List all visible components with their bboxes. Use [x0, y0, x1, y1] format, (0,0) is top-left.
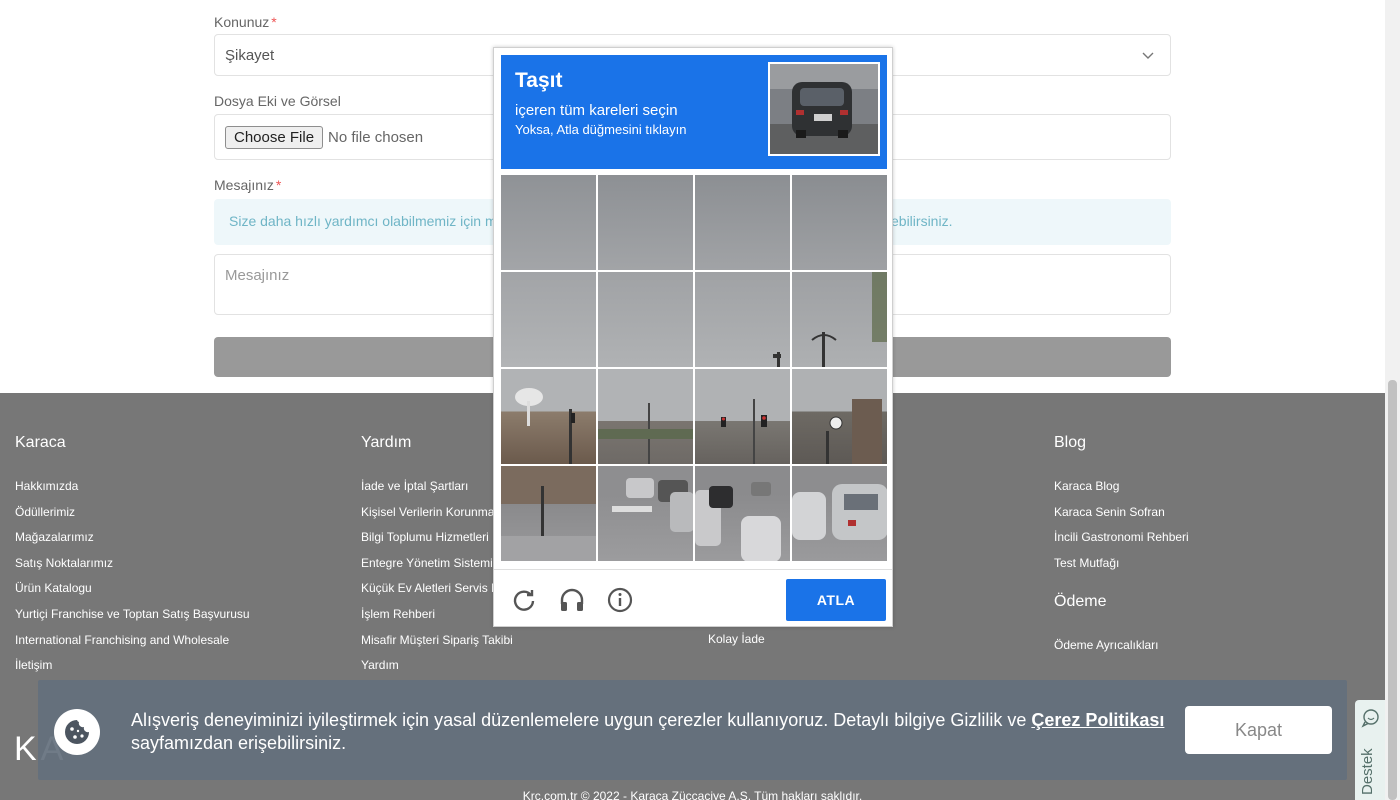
captcha-tile[interactable]: [501, 175, 596, 270]
scrollbar-thumb[interactable]: [1388, 380, 1397, 800]
attachment-label: Dosya Eki ve Görsel: [214, 93, 341, 109]
footer-link[interactable]: Test Mutfağı: [1054, 556, 1189, 582]
message-label: Mesajınız *: [214, 177, 282, 193]
captcha-subtitle: içeren tüm kareleri seçin: [515, 102, 678, 119]
captcha-challenge: Taşıt içeren tüm kareleri seçin Yoksa, A…: [493, 47, 893, 627]
captcha-header: Taşıt içeren tüm kareleri seçin Yoksa, A…: [501, 55, 887, 169]
footer-link[interactable]: Yurtiçi Franchise ve Toptan Satış Başvur…: [15, 607, 250, 633]
captcha-tile[interactable]: [598, 175, 693, 270]
captcha-tile-grid: [501, 175, 887, 561]
captcha-tile[interactable]: [792, 466, 887, 561]
footer-link[interactable]: Kişisel Verilerin Korunma: [361, 505, 513, 531]
reload-icon[interactable]: [511, 587, 537, 613]
subject-selected-value: Şikayet: [225, 46, 275, 64]
cookie-policy-link[interactable]: Çerez Politikası: [1031, 710, 1164, 730]
captcha-tile[interactable]: [598, 369, 693, 464]
cookie-text: Alışveriş deneyiminizi iyileştirmek için…: [131, 710, 1165, 753]
support-tab[interactable]: Destek: [1355, 700, 1385, 800]
captcha-tile[interactable]: [598, 272, 693, 367]
footer-link[interactable]: İşlem Rehberi: [361, 607, 513, 633]
footer-link[interactable]: İade ve İptal Şartları: [361, 479, 513, 505]
cookie-icon: [54, 709, 100, 755]
footer-link[interactable]: Ürün Katalogu: [15, 581, 250, 607]
cookie-banner: Alışveriş deneyiminizi iyileştirmek için…: [38, 680, 1347, 780]
copyright-text: Krc.com.tr © 2022 - Karaca Züccaciye A.S…: [522, 789, 863, 800]
captcha-tile[interactable]: [695, 272, 790, 367]
choose-file-button[interactable]: Choose File: [225, 125, 324, 149]
captcha-tile[interactable]: [598, 466, 693, 561]
skip-button[interactable]: ATLA: [786, 579, 886, 621]
footer-link[interactable]: Ödeme Ayrıcalıkları: [1054, 638, 1158, 664]
footer-link[interactable]: Küçük Ev Aletleri Servis N: [361, 581, 513, 607]
captcha-title: Taşıt: [515, 69, 563, 92]
cookie-close-button[interactable]: Kapat: [1185, 706, 1332, 754]
info-text-start: Size daha hızlı yardımcı olabilmemiz içi…: [229, 213, 505, 229]
footer-col-title: Yardım: [361, 434, 412, 451]
captcha-tile[interactable]: [792, 369, 887, 464]
footer-link[interactable]: Karaca Blog: [1054, 479, 1189, 505]
footer-link[interactable]: Hakkımızda: [15, 479, 250, 505]
support-label: Destek: [1359, 748, 1376, 795]
footer-link[interactable]: İncili Gastronomi Rehberi: [1054, 530, 1189, 556]
footer-link[interactable]: Bilgi Toplumu Hizmetleri: [361, 530, 513, 556]
footer-link[interactable]: International Franchising and Wholesale: [15, 633, 250, 659]
captcha-tile[interactable]: [501, 272, 596, 367]
info-text-end: ebilirsiniz.: [891, 213, 953, 229]
footer-col-title: Blog: [1054, 434, 1087, 451]
chevron-down-icon: [1142, 52, 1154, 59]
footer-link[interactable]: Ödüllerimiz: [15, 505, 250, 531]
captcha-tile[interactable]: [695, 369, 790, 464]
footer-link[interactable]: Mağazalarımız: [15, 530, 250, 556]
captcha-tile[interactable]: [501, 369, 596, 464]
footer-link[interactable]: Entegre Yönetim Sistemi: [361, 556, 513, 582]
footer-col-title-payment: Ödeme: [1054, 593, 1107, 610]
captcha-tile[interactable]: [792, 272, 887, 367]
footer-col-title: Karaca: [15, 434, 66, 451]
no-file-text: No file chosen: [328, 128, 424, 146]
captcha-footer: ATLA: [494, 569, 892, 627]
captcha-sample-image: [768, 62, 880, 156]
subject-label: Konunuz *: [214, 14, 277, 30]
captcha-tile[interactable]: [501, 466, 596, 561]
captcha-tile[interactable]: [792, 175, 887, 270]
footer-link[interactable]: Karaca Senin Sofran: [1054, 505, 1189, 531]
footer-link[interactable]: Kolay İade: [708, 632, 765, 658]
cookie-glyph-icon: [65, 720, 89, 744]
footer-link[interactable]: Satış Noktalarımız: [15, 556, 250, 582]
captcha-tile[interactable]: [695, 466, 790, 561]
captcha-tile[interactable]: [695, 175, 790, 270]
captcha-instruction: Yoksa, Atla düğmesini tıklayın: [515, 122, 687, 137]
chat-bubble-icon: [1361, 709, 1379, 728]
footer-link[interactable]: Misafir Müşteri Sipariş Takibi: [361, 633, 513, 659]
headphones-icon[interactable]: [559, 587, 585, 613]
info-icon[interactable]: [607, 587, 633, 613]
